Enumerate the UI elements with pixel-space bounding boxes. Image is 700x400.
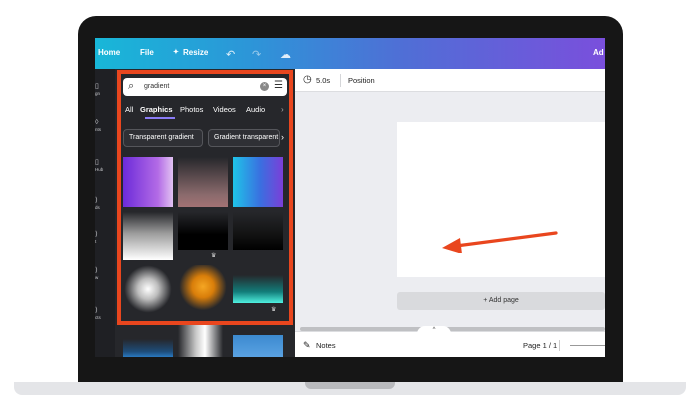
editor-screen: Home File ✦ Resize ↶ ↷ ☁ Ad ▯ gn ◊ nts ▯ Hu… bbox=[95, 38, 605, 357]
rail-item-design[interactable]: ▯ gn bbox=[95, 83, 115, 96]
rail-item-label: cts bbox=[95, 315, 101, 320]
bottom-divider bbox=[559, 340, 560, 351]
canvas-area: ◷ 5.0s Position + Add page ^ ✎ Notes Pag… bbox=[295, 69, 605, 357]
rail-item-elements[interactable]: ◊ nts bbox=[95, 119, 115, 132]
zoom-slider[interactable] bbox=[570, 345, 605, 346]
position-button[interactable]: Position bbox=[348, 76, 375, 85]
add-page-button[interactable]: + Add page bbox=[397, 292, 605, 310]
gradient-thumb-navy[interactable] bbox=[123, 339, 173, 357]
page-indicator[interactable]: Page 1 / 1 bbox=[523, 341, 557, 350]
design-icon: ▯ bbox=[95, 83, 99, 90]
canvas-toolbar: ◷ 5.0s Position bbox=[295, 69, 605, 92]
rail-item-text[interactable]: ⟩ t bbox=[95, 231, 115, 244]
rail-item-label: nts bbox=[95, 127, 102, 132]
elements-icon: ◊ bbox=[95, 119, 99, 126]
upload-icon: ⟩ bbox=[95, 197, 98, 204]
hub-icon: ▯ bbox=[95, 159, 99, 166]
gradient-thumb-silver[interactable] bbox=[178, 324, 223, 357]
rail-item-projects[interactable]: ⟩ cts bbox=[95, 307, 115, 320]
notes-icon: ✎ bbox=[303, 340, 311, 350]
redo-icon[interactable]: ↷ bbox=[252, 48, 261, 61]
draw-icon: ⟩ bbox=[95, 267, 98, 274]
gradient-thumb-sky[interactable] bbox=[233, 335, 283, 357]
text-icon: ⟩ bbox=[95, 231, 98, 238]
cloud-check-icon[interactable]: ☁ bbox=[280, 48, 291, 61]
clock-icon: ◷ bbox=[303, 74, 312, 85]
arrow-pointer-icon bbox=[442, 231, 558, 253]
notes-button[interactable]: Notes bbox=[316, 341, 336, 350]
toolbar-divider bbox=[340, 74, 341, 87]
rail-item-uploads[interactable]: ⟩ ds bbox=[95, 197, 115, 210]
laptop-bezel bbox=[78, 357, 623, 384]
laptop-mockup: Home File ✦ Resize ↶ ↷ ☁ Ad ▯ gn ◊ nts ▯ Hu… bbox=[0, 0, 700, 400]
rail-item-label: t bbox=[95, 239, 97, 244]
home-button[interactable]: Home bbox=[98, 48, 120, 57]
rail-item-label: ds bbox=[95, 205, 100, 210]
search-results-highlight bbox=[117, 70, 293, 325]
projects-icon: ⟩ bbox=[95, 307, 98, 314]
resize-button[interactable]: Resize bbox=[183, 48, 208, 57]
file-menu-button[interactable]: File bbox=[140, 48, 154, 57]
editor-topbar: Home File ✦ Resize ↶ ↷ ☁ Ad bbox=[95, 38, 605, 69]
rail-item-hub[interactable]: ▯ Hub bbox=[95, 159, 115, 172]
design-page[interactable] bbox=[397, 122, 605, 277]
rail-item-label: Hub bbox=[95, 167, 104, 172]
rail-item-label: gn bbox=[95, 91, 101, 96]
left-rail: ▯ gn ◊ nts ▯ Hub ⟩ ds ⟩ t ⟩ w ⟩ cts bbox=[95, 69, 115, 357]
rail-item-draw[interactable]: ⟩ w bbox=[95, 267, 115, 280]
sparkle-icon: ✦ bbox=[173, 49, 179, 56]
bottom-bar: ^ ✎ Notes Page 1 / 1 bbox=[295, 326, 605, 357]
topbar-right-label[interactable]: Ad bbox=[593, 48, 604, 57]
laptop-notch bbox=[305, 382, 395, 389]
rail-item-label: w bbox=[95, 275, 99, 280]
chevron-up-icon[interactable]: ^ bbox=[417, 326, 451, 334]
duration-button[interactable]: 5.0s bbox=[316, 76, 330, 85]
undo-icon[interactable]: ↶ bbox=[226, 48, 235, 61]
